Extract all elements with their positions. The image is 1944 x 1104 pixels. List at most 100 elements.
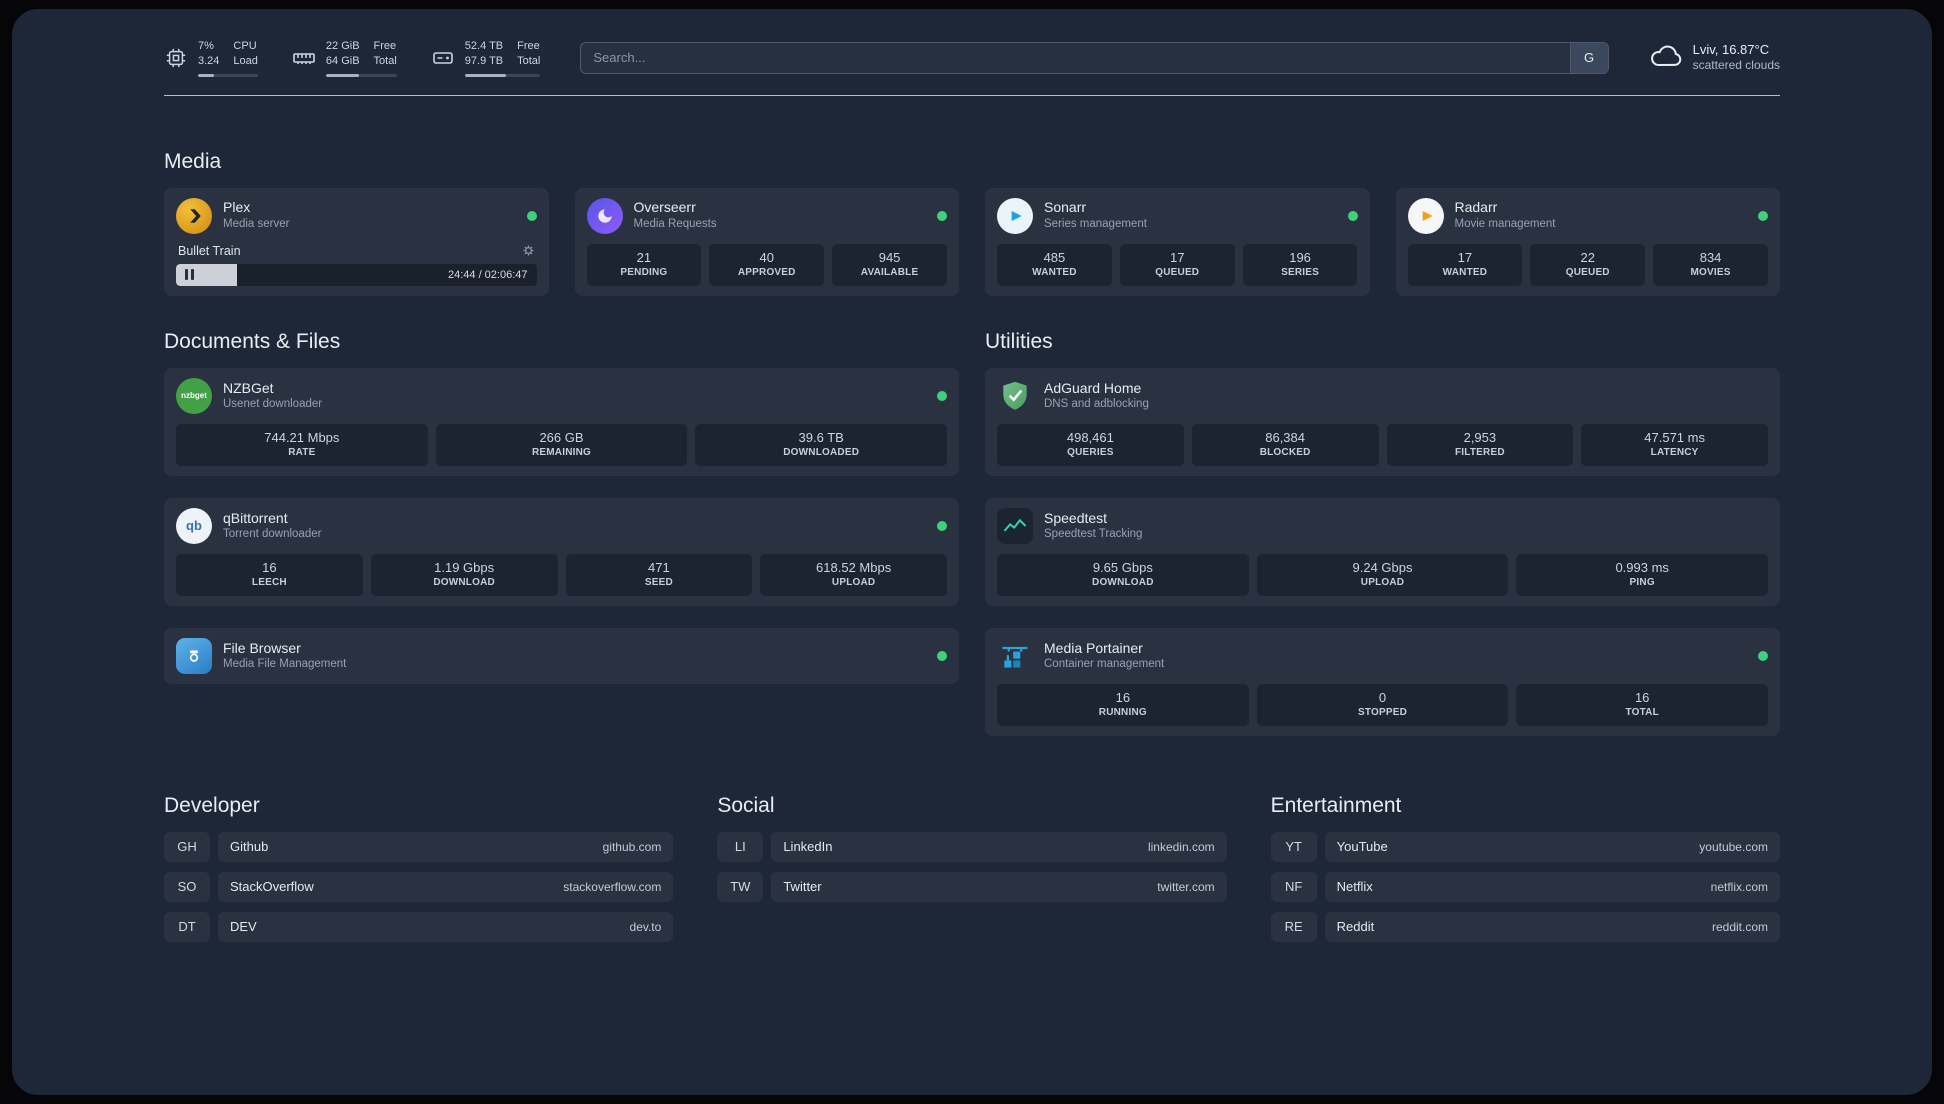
bookmark-name: Github <box>230 839 269 855</box>
stat-upload: 9.24 Gbps UPLOAD <box>1256 553 1509 596</box>
bookmark-youtube[interactable]: YT YouTube youtube.com <box>1270 831 1780 862</box>
service-name: qBittorrent <box>223 509 288 526</box>
memory-total-value: 64 GiB <box>325 54 360 67</box>
bookmark-url: reddit.com <box>1711 919 1768 934</box>
service-card-portainer[interactable]: Media Portainer Container management 16 … <box>985 627 1780 736</box>
service-card-qbittorrent[interactable]: qb qBittorrent Torrent downloader 16 LEE… <box>164 497 959 606</box>
service-name: NZBGet <box>223 379 274 396</box>
section-title-social: Social <box>717 793 775 817</box>
stat-approved: 40 APPROVED <box>709 243 825 286</box>
search-engine-button[interactable]: G <box>1569 42 1608 73</box>
stat-leech: 16 LEECH <box>176 553 363 596</box>
overseerr-icon <box>586 197 623 234</box>
stat-download: 9.65 Gbps DOWNLOAD <box>997 553 1249 596</box>
service-card-speedtest[interactable]: Speedtest Speedtest Tracking 9.65 Gbps D… <box>985 497 1780 606</box>
bookmark-abbr: NF <box>1270 871 1317 902</box>
section-title-media: Media <box>164 149 222 173</box>
cloud-icon <box>1649 42 1683 73</box>
bookmark-abbr: DT <box>164 911 210 942</box>
cpu-widget: 7% 3.24 CPU Load <box>164 39 258 77</box>
stat-blocked: 86,384 BLOCKED <box>1191 423 1379 466</box>
memory-free-value: 22 GiB <box>325 40 360 52</box>
disk-progressbar <box>464 73 541 77</box>
bookmark-name: Twitter <box>783 879 822 895</box>
qbittorrent-icon: qb <box>176 507 212 544</box>
topbar: 7% 3.24 CPU Load 22 GiB 64 GiB Free Tota… <box>164 39 1780 77</box>
section-title-entertainment: Entertainment <box>1270 793 1402 817</box>
section-documents: Documents & Files nzbget NZBGet Usenet d… <box>164 330 959 684</box>
searchbar: G <box>580 41 1609 74</box>
stat-rate: 744.21 Mbps RATE <box>176 423 428 466</box>
bookmark-abbr: RE <box>1270 911 1317 942</box>
bookmark-url: github.com <box>602 839 662 854</box>
service-card-sonarr[interactable]: Sonarr Series management 485 WANTED 17 Q… <box>985 187 1370 296</box>
bookmark-abbr: YT <box>1270 831 1317 862</box>
dashboard-app: 7% 3.24 CPU Load 22 GiB 64 GiB Free Tota… <box>12 9 1932 1095</box>
stat-wanted: 485 WANTED <box>997 243 1112 286</box>
service-desc: Torrent downloader <box>223 528 322 541</box>
service-card-plex[interactable]: Plex Media server Bullet Train 24:44 / 0… <box>164 187 549 296</box>
cpu-value: 7% <box>198 40 214 52</box>
stat-upload: 618.52 Mbps UPLOAD <box>760 553 947 596</box>
memory-icon <box>292 46 316 70</box>
stat-queued: 22 QUEUED <box>1530 243 1646 286</box>
service-card-adguard[interactable]: AdGuard Home DNS and adblocking 498,461 … <box>985 367 1780 476</box>
bookmark-name: StackOverflow <box>230 879 314 895</box>
service-name: Speedtest <box>1044 509 1108 526</box>
speedtest-icon <box>997 507 1033 544</box>
status-dot <box>1758 650 1768 661</box>
pause-icon[interactable] <box>185 269 194 281</box>
bookmark-name: LinkedIn <box>783 839 833 855</box>
topbar-divider <box>164 94 1780 96</box>
gear-icon[interactable] <box>522 244 535 257</box>
status-dot <box>937 390 947 401</box>
stat-filtered: 2,953 FILTERED <box>1386 423 1574 466</box>
service-name: Sonarr <box>1044 199 1087 216</box>
radarr-icon <box>1407 197 1444 234</box>
now-playing-title: Bullet Train <box>178 243 241 258</box>
bookmark-abbr: GH <box>164 831 210 862</box>
status-dot <box>1758 210 1768 221</box>
stat-pending: 21 PENDING <box>586 243 702 286</box>
status-dot <box>937 210 947 221</box>
disk-total-value: 97.9 TB <box>464 54 504 67</box>
plex-icon <box>176 197 212 234</box>
bookmark-github[interactable]: GH Github github.com <box>164 831 674 862</box>
service-card-radarr[interactable]: Radarr Movie management 17 WANTED 22 QUE… <box>1395 187 1780 296</box>
bookmark-twitter[interactable]: TW Twitter twitter.com <box>717 871 1227 902</box>
stat-available: 945 AVAILABLE <box>832 243 947 286</box>
disk-icon <box>431 46 455 70</box>
bookmark-group-developer: Developer GH Github github.com SO StackO… <box>164 794 674 952</box>
bookmark-stackoverflow[interactable]: SO StackOverflow stackoverflow.com <box>164 871 674 902</box>
bookmark-name: Reddit <box>1336 919 1375 935</box>
service-card-nzbget[interactable]: nzbget NZBGet Usenet downloader 744.21 M… <box>164 367 959 476</box>
status-dot <box>937 650 947 661</box>
adguard-icon <box>997 378 1033 414</box>
bookmark-url: netflix.com <box>1710 879 1768 894</box>
status-dot <box>526 210 537 221</box>
service-name: File Browser <box>223 639 301 656</box>
stat-series: 196 SERIES <box>1242 243 1358 286</box>
service-card-filebrowser[interactable]: File Browser Media File Management <box>164 627 959 684</box>
bookmark-reddit[interactable]: RE Reddit reddit.com <box>1270 911 1780 942</box>
stat-wanted: 17 WANTED <box>1407 243 1523 286</box>
bookmark-name: DEV <box>230 919 257 935</box>
service-card-overseerr[interactable]: Overseerr Media Requests 21 PENDING 40 A… <box>574 187 959 296</box>
stat-seed: 471 SEED <box>565 553 753 596</box>
section-title-utilities: Utilities <box>985 329 1053 353</box>
portainer-icon <box>997 638 1033 674</box>
cpu-progressbar <box>198 73 258 77</box>
sonarr-icon <box>997 197 1033 234</box>
bookmark-dev[interactable]: DT DEV dev.to <box>164 911 674 942</box>
bookmark-url: twitter.com <box>1157 879 1215 894</box>
cpu-load-label: Load <box>233 54 258 67</box>
service-desc: Media server <box>223 217 290 230</box>
cpu-label: CPU <box>233 40 257 52</box>
bookmark-url: linkedin.com <box>1147 839 1215 854</box>
search-input[interactable] <box>580 41 1609 74</box>
memory-free-label: Free <box>373 40 397 52</box>
bookmark-netflix[interactable]: NF Netflix netflix.com <box>1270 871 1780 902</box>
bookmark-linkedin[interactable]: LI LinkedIn linkedin.com <box>717 831 1227 862</box>
service-desc: Container management <box>1044 658 1165 671</box>
memory-progress-fill <box>325 73 359 77</box>
